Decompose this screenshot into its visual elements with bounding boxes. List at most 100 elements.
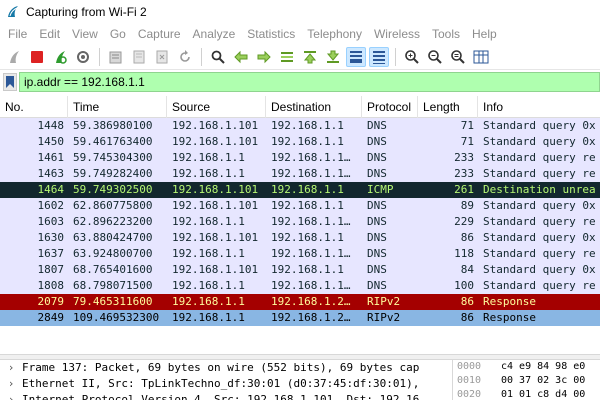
chevron-right-icon[interactable]: ›: [0, 376, 22, 392]
packet-no: 1603: [37, 215, 65, 228]
packet-info: Standard query 0x: [483, 231, 596, 244]
details-text: Ethernet II, Src: TpLinkTechno_df:30:01 …: [22, 377, 420, 390]
packet-info: Standard query re: [483, 279, 596, 292]
packet-protocol: DNS: [367, 247, 387, 260]
menu-analyze[interactable]: Analyze: [187, 24, 242, 44]
packet-no: 2849: [37, 311, 65, 324]
packet-row[interactable]: 1630 63.880424700 192.168.1.101 192.168.1.1…: [0, 230, 600, 246]
packet-source: 192.168.1.1: [172, 311, 245, 324]
packet-row[interactable]: 1637 63.924800700 192.168.1.1 192.168.1.1… D…: [0, 246, 600, 262]
first-packet-icon[interactable]: [300, 47, 320, 67]
save-file-icon[interactable]: [129, 47, 149, 67]
column-header-destination[interactable]: Destination: [266, 96, 362, 118]
chevron-right-icon[interactable]: ›: [0, 392, 22, 400]
packet-length: 86: [460, 231, 474, 244]
zoom-out-icon[interactable]: [425, 47, 445, 67]
packet-length: 89: [460, 199, 474, 212]
packet-row[interactable]: 1461 59.745304300 192.168.1.1 192.168.1.1… D…: [0, 150, 600, 166]
packet-source: 192.168.1.1: [172, 295, 245, 308]
packet-length: 71: [460, 135, 474, 148]
packet-row[interactable]: 1450 59.461763400 192.168.1.101 192.168.1.1…: [0, 134, 600, 150]
hex-row[interactable]: 0010 00 37 02 3c 00: [453, 374, 600, 388]
normal-size-icon[interactable]: [448, 47, 468, 67]
packet-row[interactable]: 1603 62.896223200 192.168.1.1 192.168.1.1… D…: [0, 214, 600, 230]
menu-go[interactable]: Go: [104, 24, 132, 44]
hex-bytes: 00 37 02 3c 00: [501, 375, 586, 386]
packet-source: 192.168.1.1: [172, 167, 245, 180]
resize-columns-icon[interactable]: [471, 47, 491, 67]
menu-capture[interactable]: Capture: [132, 24, 187, 44]
packet-row[interactable]: 1463 59.749282400 192.168.1.1 192.168.1.1… D…: [0, 166, 600, 182]
column-header-info[interactable]: Info: [478, 96, 600, 118]
packet-length: 233: [454, 151, 474, 164]
packet-row[interactable]: 2849 109.469532300 192.168.1.1 192.168.1.2……: [0, 310, 600, 326]
details-row-ethernet[interactable]: › Ethernet II, Src: TpLinkTechno_df:30:01…: [0, 376, 448, 392]
packet-info: Standard query 0x: [483, 199, 596, 212]
packet-source: 192.168.1.101: [172, 263, 259, 276]
find-packet-icon[interactable]: [208, 47, 228, 67]
packet-row[interactable]: 1808 68.798071500 192.168.1.1 192.168.1.1… D…: [0, 278, 600, 294]
details-row-ip[interactable]: › Internet Protocol Version 4, Src: 192.1…: [0, 392, 448, 400]
hex-row[interactable]: 0000 c4 e9 84 98 e0: [453, 360, 600, 374]
window-title: Capturing from Wi-Fi 2: [26, 5, 147, 19]
capture-options-icon[interactable]: [73, 47, 93, 67]
packet-info: Standard query re: [483, 151, 596, 164]
details-row-frame[interactable]: › Frame 137: Packet, 69 bytes on wire (55…: [0, 360, 448, 376]
close-file-icon[interactable]: [152, 47, 172, 67]
chevron-right-icon[interactable]: ›: [0, 360, 22, 376]
details-text: Internet Protocol Version 4, Src: 192.16…: [22, 393, 420, 400]
open-file-icon[interactable]: [106, 47, 126, 67]
toolbar-separator: [201, 47, 202, 66]
column-header-length[interactable]: Length: [418, 96, 478, 118]
zoom-in-icon[interactable]: [402, 47, 422, 67]
column-header-no[interactable]: No.: [0, 96, 68, 118]
go-to-packet-icon[interactable]: [277, 47, 297, 67]
go-back-icon[interactable]: [231, 47, 251, 67]
menu-wireless[interactable]: Wireless: [368, 24, 426, 44]
menu-help[interactable]: Help: [466, 24, 503, 44]
menu-statistics[interactable]: Statistics: [241, 24, 301, 44]
hex-row[interactable]: 0020 01 01 c8 d4 00: [453, 388, 600, 400]
packet-row[interactable]: 2079 79.465311600 192.168.1.1 192.168.1.2… R…: [0, 294, 600, 310]
display-filter-input[interactable]: ip.addr == 192.168.1.1: [19, 72, 600, 92]
colorize-icon[interactable]: [369, 46, 389, 67]
packet-protocol: RIPv2: [367, 311, 401, 324]
last-packet-icon[interactable]: [323, 47, 343, 67]
packet-no: 1807: [37, 263, 65, 276]
packet-length: 100: [454, 279, 474, 292]
packet-destination: 192.168.1.1: [271, 263, 344, 276]
stop-capture-icon[interactable]: [27, 47, 47, 67]
filter-bookmark-icon[interactable]: [3, 73, 17, 91]
packet-length: 86: [460, 311, 474, 324]
packet-row[interactable]: 1807 68.765401600 192.168.1.101 192.168.1.1…: [0, 262, 600, 278]
packet-time: 63.924800700: [73, 247, 153, 260]
packet-row[interactable]: 1464 59.749302500 192.168.1.101 192.168.1.1…: [0, 182, 600, 198]
go-forward-icon[interactable]: [254, 47, 274, 67]
menu-edit[interactable]: Edit: [33, 24, 66, 44]
packet-destination: 192.168.1.1…: [271, 279, 351, 292]
menu-view[interactable]: View: [66, 24, 104, 44]
packet-info: Standard query 0x: [483, 119, 596, 132]
restart-capture-icon[interactable]: [50, 47, 70, 67]
packet-destination: 192.168.1.1: [271, 231, 344, 244]
packet-no: 1450: [37, 135, 65, 148]
packet-no: 1637: [37, 247, 65, 260]
main-toolbar: [0, 44, 600, 70]
packet-protocol: DNS: [367, 263, 387, 276]
packet-no: 2079: [37, 295, 65, 308]
column-header-source[interactable]: Source: [167, 96, 266, 118]
reload-icon[interactable]: [175, 47, 195, 67]
packet-row[interactable]: 1448 59.386980100 192.168.1.101 192.168.1.1…: [0, 118, 600, 134]
packet-destination: 192.168.1.1…: [271, 247, 351, 260]
packet-protocol: DNS: [367, 167, 387, 180]
column-header-protocol[interactable]: Protocol: [362, 96, 418, 118]
start-capture-icon[interactable]: [4, 47, 24, 67]
autoscroll-icon[interactable]: [346, 46, 366, 67]
menu-file[interactable]: File: [2, 24, 33, 44]
menu-tools[interactable]: Tools: [426, 24, 466, 44]
column-header-time[interactable]: Time: [68, 96, 167, 118]
packet-row[interactable]: 1602 62.860775800 192.168.1.101 192.168.1.1…: [0, 198, 600, 214]
packet-protocol: RIPv2: [367, 295, 401, 308]
menu-telephony[interactable]: Telephony: [301, 24, 368, 44]
packet-time: 62.896223200: [73, 215, 153, 228]
